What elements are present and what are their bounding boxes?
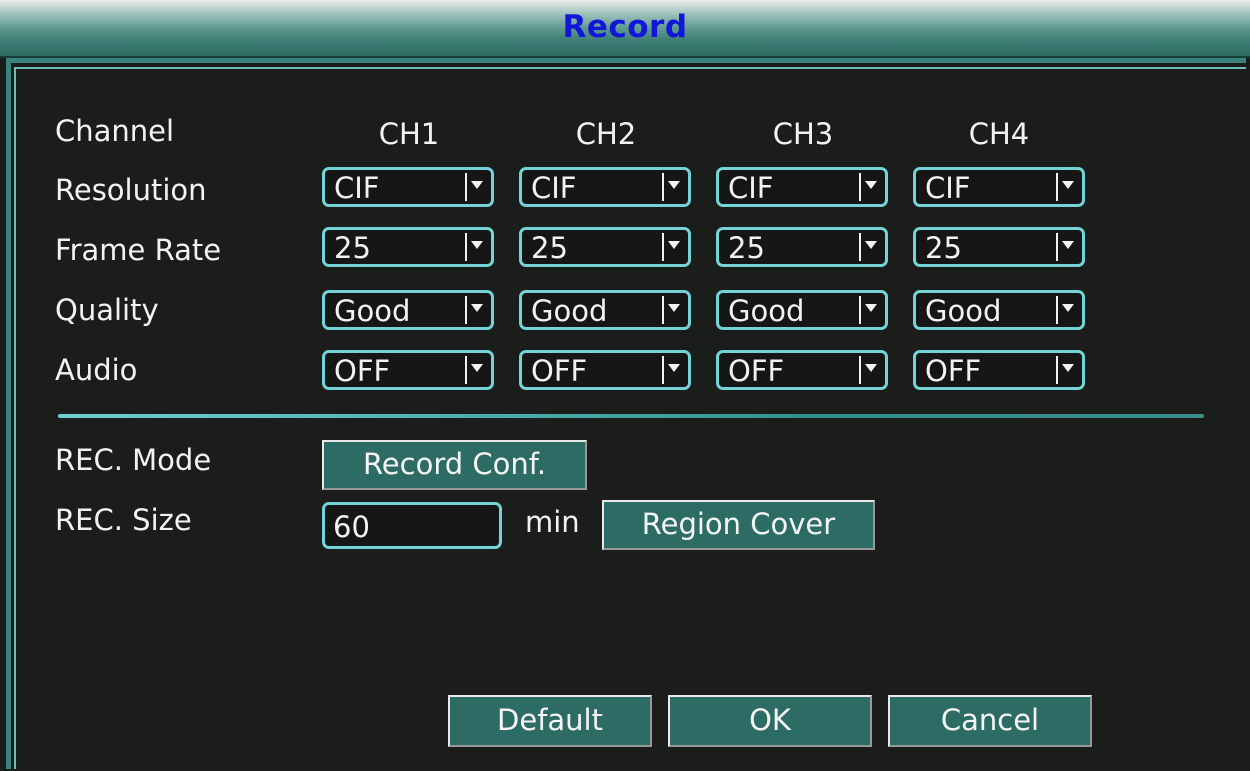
frame-rate-select-ch3[interactable]: 25 <box>716 227 888 267</box>
chevron-down-icon[interactable] <box>668 181 680 189</box>
ok-button[interactable]: OK <box>668 695 872 747</box>
dropdown-separator <box>859 356 861 384</box>
dropdown-separator <box>1056 296 1058 324</box>
resolution-select-ch4[interactable]: CIF <box>913 167 1085 207</box>
frame-rate-select-ch2[interactable]: 25 <box>519 227 691 267</box>
rec-size-value: 60 <box>333 510 370 544</box>
record-conf-button[interactable]: Record Conf. <box>322 440 587 490</box>
dropdown-separator <box>662 233 664 261</box>
cancel-button[interactable]: Cancel <box>888 695 1092 747</box>
channel-header-ch2: CH2 <box>575 117 637 151</box>
quality-select-ch3[interactable]: Good <box>716 290 888 330</box>
frame-rate-label: Frame Rate <box>55 233 222 267</box>
rec-size-label: REC. Size <box>55 503 192 537</box>
frame-rate-value: 25 <box>925 231 962 265</box>
rec-mode-label: REC. Mode <box>55 443 212 477</box>
quality-select-ch4[interactable]: Good <box>913 290 1085 330</box>
dropdown-separator <box>465 356 467 384</box>
frame-rate-select-ch4[interactable]: 25 <box>913 227 1085 267</box>
audio-select-ch4[interactable]: OFF <box>913 350 1085 390</box>
audio-select-ch3[interactable]: OFF <box>716 350 888 390</box>
window-title: Record <box>562 9 688 45</box>
chevron-down-icon[interactable] <box>668 364 680 372</box>
chevron-down-icon[interactable] <box>471 364 483 372</box>
quality-value: Good <box>531 294 608 328</box>
audio-select-ch1[interactable]: OFF <box>322 350 494 390</box>
audio-value: OFF <box>925 354 982 388</box>
chevron-down-icon[interactable] <box>1062 241 1074 249</box>
chevron-down-icon[interactable] <box>668 304 680 312</box>
resolution-value: CIF <box>531 171 577 205</box>
quality-select-ch2[interactable]: Good <box>519 290 691 330</box>
resolution-label: Resolution <box>55 173 207 207</box>
rec-size-input[interactable]: 60 <box>322 502 502 549</box>
chevron-down-icon[interactable] <box>1062 181 1074 189</box>
chevron-down-icon[interactable] <box>865 181 877 189</box>
quality-value: Good <box>728 294 805 328</box>
frame-rate-select-ch1[interactable]: 25 <box>322 227 494 267</box>
chevron-down-icon[interactable] <box>471 241 483 249</box>
frame-rate-value: 25 <box>728 231 765 265</box>
channel-header-ch3: CH3 <box>772 117 834 151</box>
dropdown-separator <box>859 296 861 324</box>
frame-rate-value: 25 <box>531 231 568 265</box>
chevron-down-icon[interactable] <box>471 181 483 189</box>
chevron-down-icon[interactable] <box>865 241 877 249</box>
resolution-value: CIF <box>925 171 971 205</box>
dropdown-separator <box>859 233 861 261</box>
resolution-select-ch1[interactable]: CIF <box>322 167 494 207</box>
dropdown-separator <box>465 173 467 201</box>
quality-label: Quality <box>55 293 159 327</box>
chevron-down-icon[interactable] <box>865 304 877 312</box>
channel-header-ch1: CH1 <box>378 117 440 151</box>
default-button[interactable]: Default <box>448 695 652 747</box>
quality-value: Good <box>334 294 411 328</box>
dropdown-separator <box>662 173 664 201</box>
chevron-down-icon[interactable] <box>1062 304 1074 312</box>
audio-select-ch2[interactable]: OFF <box>519 350 691 390</box>
chevron-down-icon[interactable] <box>865 364 877 372</box>
resolution-value: CIF <box>334 171 380 205</box>
audio-value: OFF <box>531 354 588 388</box>
dropdown-separator <box>859 173 861 201</box>
chevron-down-icon[interactable] <box>471 304 483 312</box>
channel-label: Channel <box>55 114 175 148</box>
audio-value: OFF <box>728 354 785 388</box>
audio-value: OFF <box>334 354 391 388</box>
resolution-select-ch2[interactable]: CIF <box>519 167 691 207</box>
dropdown-separator <box>465 233 467 261</box>
audio-label: Audio <box>55 353 138 387</box>
resolution-value: CIF <box>728 171 774 205</box>
chevron-down-icon[interactable] <box>1062 364 1074 372</box>
channel-header-ch4: CH4 <box>968 117 1030 151</box>
section-divider <box>58 414 1204 418</box>
dropdown-separator <box>1056 173 1058 201</box>
quality-select-ch1[interactable]: Good <box>322 290 494 330</box>
quality-value: Good <box>925 294 1002 328</box>
resolution-select-ch3[interactable]: CIF <box>716 167 888 207</box>
dropdown-separator <box>662 356 664 384</box>
dropdown-separator <box>1056 233 1058 261</box>
region-cover-button[interactable]: Region Cover <box>602 500 875 550</box>
chevron-down-icon[interactable] <box>668 241 680 249</box>
frame-rate-value: 25 <box>334 231 371 265</box>
dropdown-separator <box>662 296 664 324</box>
dropdown-separator <box>1056 356 1058 384</box>
dropdown-separator <box>465 296 467 324</box>
rec-size-unit: min <box>525 505 580 539</box>
title-bar: Record <box>0 0 1250 58</box>
